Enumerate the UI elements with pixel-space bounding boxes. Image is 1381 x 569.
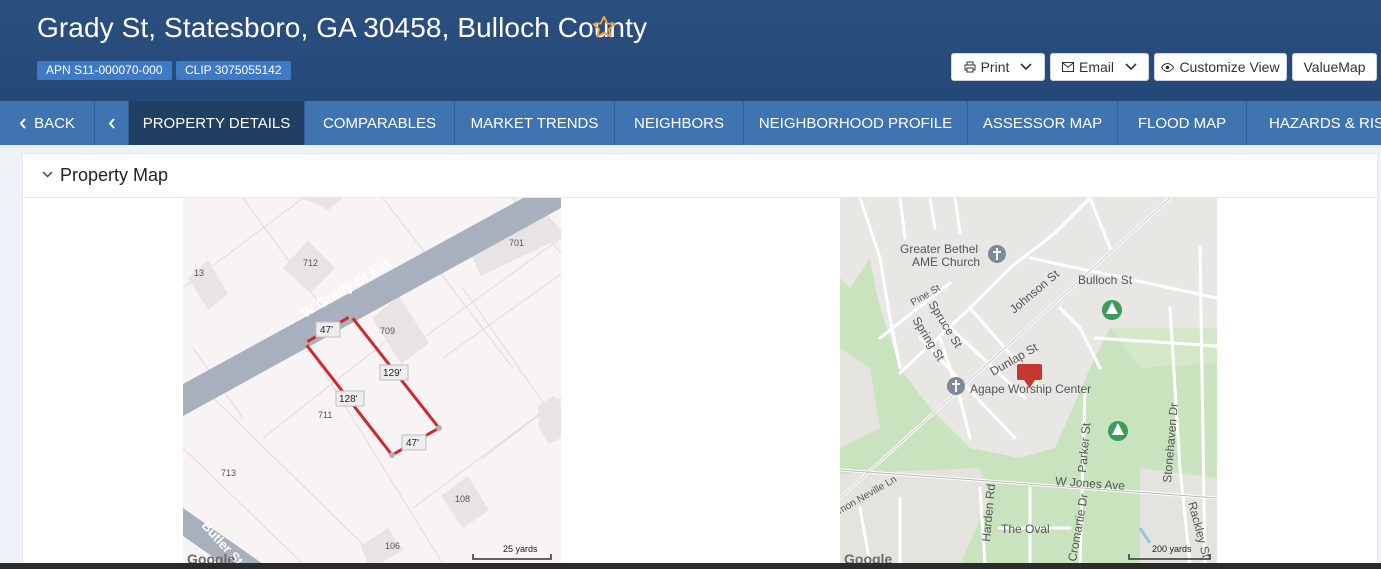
clip-badge: CLIP 3075055142 <box>176 61 291 80</box>
customize-view-button[interactable]: Customize View <box>1154 53 1287 81</box>
street-label: Bulloch St <box>1078 273 1133 287</box>
bottom-edge <box>0 563 1381 569</box>
panel-header[interactable]: Property Map <box>23 154 1377 198</box>
tab-neighbors[interactable]: NEIGHBORS <box>615 101 744 145</box>
property-address-title: Grady St, Statesboro, GA 30458, Bulloch … <box>37 12 648 43</box>
chevron-down-icon <box>1125 63 1137 71</box>
back-button[interactable]: BACK <box>0 101 95 145</box>
printer-icon <box>964 61 976 73</box>
tab-market-trends[interactable]: MARKET TRENDS <box>455 101 615 145</box>
envelope-icon <box>1061 62 1074 72</box>
lot-number: 712 <box>303 258 318 268</box>
dimension-label: 47' <box>406 438 419 449</box>
dimension-label: 129' <box>383 368 402 379</box>
panel-title: Property Map <box>60 165 169 185</box>
poi-label-greater-bethel: Greater Bethel <box>900 242 978 256</box>
print-button[interactable]: Print <box>951 53 1045 81</box>
lot-number: 13 <box>194 268 204 278</box>
parcel-map-canvas: W Grady St Ext Butler St 13 712 701 709 … <box>183 198 561 564</box>
valuemap-button[interactable]: ValueMap <box>1292 53 1377 81</box>
lot-number: 108 <box>455 494 470 504</box>
tab-property-details[interactable]: PROPERTY DETAILS <box>129 101 305 145</box>
nav-scroll-left-button[interactable] <box>95 101 129 145</box>
church-icon[interactable] <box>988 245 1006 263</box>
chevron-left-icon <box>108 117 115 129</box>
tab-assessor-map[interactable]: ASSESSOR MAP <box>968 101 1118 145</box>
favorite-star-icon[interactable] <box>591 14 617 40</box>
email-label: Email <box>1078 59 1114 75</box>
chevron-down-icon[interactable] <box>42 171 53 179</box>
scale-label: 25 yards <box>503 544 538 554</box>
eye-icon <box>1161 62 1175 72</box>
dimension-label: 47' <box>320 325 333 336</box>
customize-view-label: Customize View <box>1179 59 1280 75</box>
main-navigation: BACK PROPERTY DETAILS COMPARABLES MARKET… <box>0 101 1381 145</box>
print-label: Print <box>980 59 1010 75</box>
park-icon[interactable] <box>1108 421 1128 441</box>
church-icon[interactable] <box>947 377 965 395</box>
scale-label: 200 yards <box>1152 544 1192 554</box>
chevron-left-icon <box>19 117 26 129</box>
lot-number: 711 <box>318 410 332 420</box>
lot-number: 709 <box>380 326 395 336</box>
poi-label-ame-church: AME Church <box>912 255 980 269</box>
area-map[interactable]: Greater Bethel AME Church Agape Worship … <box>840 198 1217 564</box>
street-label: The Oval <box>1001 522 1050 536</box>
page-header: Grady St, Statesboro, GA 30458, Bulloch … <box>0 0 1381 101</box>
area-map-canvas: Greater Bethel AME Church Agape Worship … <box>840 198 1217 564</box>
lot-number: 713 <box>221 468 236 478</box>
email-button[interactable]: Email <box>1050 53 1149 81</box>
tab-comparables[interactable]: COMPARABLES <box>305 101 455 145</box>
valuemap-label: ValueMap <box>1303 59 1366 75</box>
apn-badge: APN S11-000070-000 <box>37 61 172 80</box>
lot-number: 106 <box>385 541 400 551</box>
lot-number: 701 <box>509 238 524 248</box>
parcel-map[interactable]: W Grady St Ext Butler St 13 712 701 709 … <box>183 198 561 564</box>
chevron-down-icon <box>1020 63 1032 71</box>
tab-hazards-risk[interactable]: HAZARDS & RISK <box>1247 101 1381 145</box>
park-icon[interactable] <box>1102 300 1122 320</box>
tab-flood-map[interactable]: FLOOD MAP <box>1118 101 1247 145</box>
dimension-label: 128' <box>339 394 358 405</box>
back-label: BACK <box>34 114 75 132</box>
tab-neighborhood-profile[interactable]: NEIGHBORHOOD PROFILE <box>744 101 968 145</box>
